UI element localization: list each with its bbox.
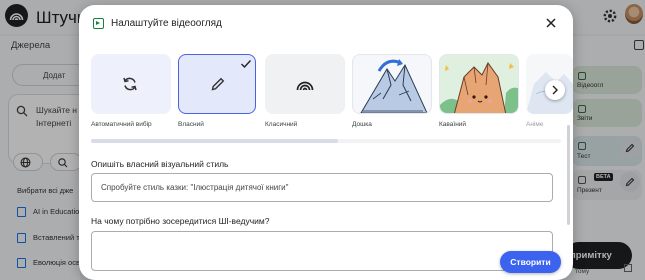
next-styles-button[interactable] bbox=[545, 80, 565, 100]
style-card-whiteboard[interactable] bbox=[352, 54, 432, 114]
video-overview-dialog: Налаштуйте відеоогляд Автоматичний вибір… bbox=[79, 5, 573, 280]
dialog-scrollbar[interactable] bbox=[567, 125, 570, 225]
chevron-right-icon bbox=[552, 85, 558, 95]
close-icon[interactable] bbox=[545, 17, 557, 29]
style-label-classic: Класичний bbox=[265, 121, 298, 128]
whiteboard-illustration bbox=[360, 59, 428, 113]
style-card-classic[interactable] bbox=[265, 54, 345, 114]
check-icon bbox=[241, 60, 252, 69]
style-carousel-scrollbar[interactable] bbox=[91, 139, 338, 143]
custom-style-input[interactable] bbox=[91, 173, 553, 202]
focus-label: На чому потрібно зосередитися ШІ-ведучим… bbox=[91, 216, 270, 226]
style-label-auto: Автоматичний вибір bbox=[91, 121, 152, 128]
style-label-custom: Власний bbox=[178, 121, 204, 128]
dialog-title: Налаштуйте відеоогляд bbox=[111, 18, 222, 29]
custom-style-label: Опишіть власний візуальний стиль bbox=[91, 159, 229, 169]
kawaii-illustration bbox=[440, 55, 518, 113]
style-card-custom[interactable] bbox=[178, 54, 256, 114]
style-card-auto[interactable] bbox=[91, 54, 171, 114]
create-button[interactable]: Створити bbox=[500, 251, 561, 273]
focus-input[interactable] bbox=[91, 231, 553, 271]
style-label-anime: Аніме bbox=[526, 121, 544, 128]
rainbow-logo-icon bbox=[296, 81, 314, 91]
refresh-icon bbox=[123, 77, 137, 91]
style-label-kawaii: Каваїний bbox=[439, 121, 467, 128]
pencil-icon bbox=[211, 77, 225, 91]
style-label-whiteboard: Дошка bbox=[352, 121, 372, 128]
style-card-kawaii[interactable] bbox=[439, 54, 519, 114]
video-overview-icon bbox=[93, 18, 104, 29]
